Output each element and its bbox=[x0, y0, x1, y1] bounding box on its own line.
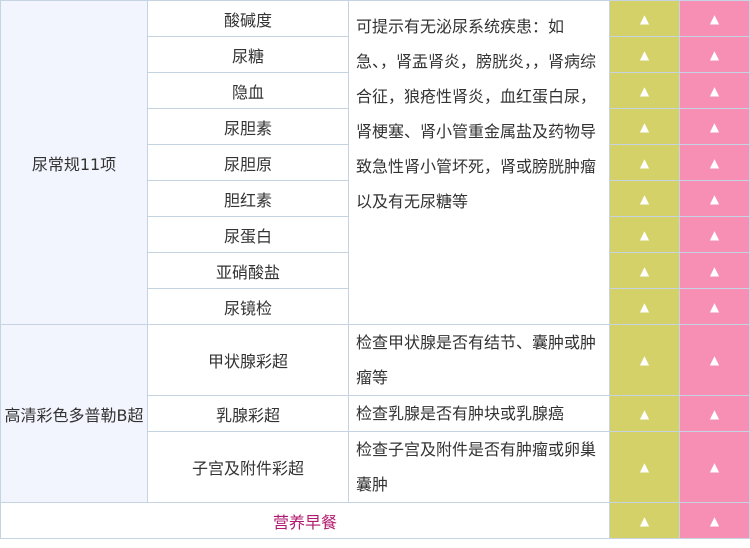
item-name: 尿胆原 bbox=[147, 144, 349, 181]
item-name: 尿糖 bbox=[147, 36, 349, 73]
item-description: 检查乳腺是否有肿块或乳腺癌 bbox=[348, 395, 610, 432]
package-a-mark-icon: ▲ bbox=[609, 72, 680, 109]
item-description: 检查子宫及附件是否有肿瘤或卵巢囊肿 bbox=[348, 431, 610, 503]
package-a-mark-icon: ▲ bbox=[609, 180, 680, 217]
package-a-mark-icon: ▲ bbox=[609, 502, 680, 539]
item-name: 尿蛋白 bbox=[147, 216, 349, 253]
category-label: 尿常规11项 bbox=[0, 0, 148, 325]
package-b-mark-icon: ▲ bbox=[679, 36, 750, 73]
item-name: 尿胆素 bbox=[147, 108, 349, 145]
table-row: 尿常规11项 酸碱度 可提示有无泌尿系统疾患：如急、，肾盂肾炎，膀胱炎，，肾病综… bbox=[0, 0, 750, 325]
item-description: 可提示有无泌尿系统疾患：如急、，肾盂肾炎，膀胱炎，，肾病综合征，狼疮性肾炎，血红… bbox=[348, 0, 610, 325]
package-a-mark-icon: ▲ bbox=[609, 216, 680, 253]
item-name: 乳腺彩超 bbox=[147, 395, 349, 432]
package-a-mark-icon: ▲ bbox=[609, 252, 680, 289]
category-label: 高清彩色多普勒B超 bbox=[0, 324, 148, 503]
package-b-mark-icon: ▲ bbox=[679, 216, 750, 253]
package-a-mark-icon: ▲ bbox=[609, 395, 680, 432]
package-a-mark-icon: ▲ bbox=[609, 324, 680, 396]
item-name: 子宫及附件彩超 bbox=[147, 431, 349, 503]
item-name: 甲状腺彩超 bbox=[147, 324, 349, 396]
package-a-mark-icon: ▲ bbox=[609, 431, 680, 503]
package-b-mark-icon: ▲ bbox=[679, 252, 750, 289]
breakfast-label: 营养早餐 bbox=[0, 502, 610, 539]
package-a-mark-icon: ▲ bbox=[609, 0, 680, 37]
item-name: 亚硝酸盐 bbox=[147, 252, 349, 289]
package-b-mark-icon: ▲ bbox=[679, 324, 750, 396]
package-b-mark-icon: ▲ bbox=[679, 0, 750, 37]
item-name: 酸碱度 bbox=[147, 0, 349, 37]
table-row: 营养早餐 ▲ ▲ bbox=[0, 502, 750, 539]
table-row: 高清彩色多普勒B超 甲状腺彩超 检查甲状腺是否有结节、囊肿或肿瘤等 ▲ ▲ bbox=[0, 324, 750, 503]
package-a-mark-icon: ▲ bbox=[609, 288, 680, 325]
package-b-mark-icon: ▲ bbox=[679, 431, 750, 503]
package-a-mark-icon: ▲ bbox=[609, 108, 680, 145]
package-b-mark-icon: ▲ bbox=[679, 144, 750, 181]
item-description: 检查甲状腺是否有结节、囊肿或肿瘤等 bbox=[348, 324, 610, 396]
package-b-mark-icon: ▲ bbox=[679, 395, 750, 432]
package-b-mark-icon: ▲ bbox=[679, 502, 750, 539]
checkup-items-table: 尿常规11项 酸碱度 可提示有无泌尿系统疾患：如急、，肾盂肾炎，膀胱炎，，肾病综… bbox=[0, 0, 750, 539]
item-name: 隐血 bbox=[147, 72, 349, 109]
package-a-mark-icon: ▲ bbox=[609, 144, 680, 181]
item-name: 胆红素 bbox=[147, 180, 349, 217]
package-b-mark-icon: ▲ bbox=[679, 288, 750, 325]
package-b-mark-icon: ▲ bbox=[679, 180, 750, 217]
package-b-mark-icon: ▲ bbox=[679, 108, 750, 145]
package-b-mark-icon: ▲ bbox=[679, 72, 750, 109]
package-a-mark-icon: ▲ bbox=[609, 36, 680, 73]
item-name: 尿镜检 bbox=[147, 288, 349, 325]
